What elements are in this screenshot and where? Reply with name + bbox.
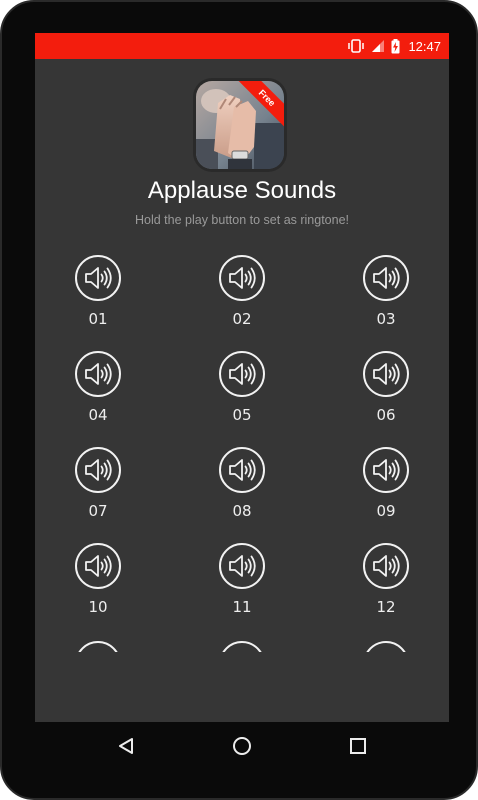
app-icon: Free <box>196 81 284 169</box>
play-sound-button[interactable] <box>219 447 265 493</box>
app-title: Applause Sounds <box>147 177 337 204</box>
status-time: 12:47 <box>408 38 441 54</box>
sound-item: 06 <box>346 351 426 424</box>
play-sound-button[interactable] <box>75 351 121 397</box>
sound-item: 05 <box>202 351 282 424</box>
signal-icon <box>372 40 385 52</box>
sound-label: 12 <box>376 598 396 616</box>
battery-charging-icon <box>391 38 400 53</box>
device-frame: 12:47 Free Applause Sounds Hold the play… <box>0 0 478 800</box>
sound-label: 08 <box>232 502 252 520</box>
sound-label: 04 <box>88 406 108 424</box>
sound-label: 11 <box>232 598 252 616</box>
play-sound-button[interactable] <box>219 543 265 589</box>
speaker-icon <box>227 457 257 483</box>
speaker-icon <box>371 361 401 387</box>
play-sound-button[interactable] <box>363 351 409 397</box>
sound-item: 07 <box>58 447 138 520</box>
sound-label: 03 <box>376 310 396 328</box>
vibrate-icon <box>348 39 365 53</box>
sound-label: 01 <box>88 310 108 328</box>
speaker-icon <box>83 553 113 579</box>
sound-item: 10 <box>58 543 138 616</box>
play-sound-button[interactable] <box>363 255 409 301</box>
play-sound-button[interactable] <box>75 543 121 589</box>
sound-item: 02 <box>202 255 282 328</box>
sound-label: 05 <box>232 406 252 424</box>
speaker-icon <box>227 265 257 291</box>
sound-item: 04 <box>58 351 138 424</box>
sound-item: 08 <box>202 447 282 520</box>
app-subtitle: Hold the play button to set as ringtone! <box>134 213 350 227</box>
speaker-icon <box>83 265 113 291</box>
sound-item: 01 <box>58 255 138 328</box>
sound-label: 07 <box>88 502 108 520</box>
sound-label: 06 <box>376 406 396 424</box>
play-sound-button[interactable] <box>75 255 121 301</box>
sound-item: 03 <box>346 255 426 328</box>
sound-item: 09 <box>346 447 426 520</box>
home-icon[interactable] <box>230 734 254 758</box>
speaker-icon <box>371 553 401 579</box>
screen: 12:47 Free Applause Sounds Hold the play… <box>35 33 449 722</box>
play-sound-button[interactable] <box>219 255 265 301</box>
play-sound-button[interactable] <box>363 543 409 589</box>
back-icon[interactable] <box>114 734 138 758</box>
speaker-icon <box>83 457 113 483</box>
sound-item: 11 <box>202 543 282 616</box>
status-icons: 12:47 <box>347 33 441 59</box>
speaker-icon <box>83 361 113 387</box>
speaker-icon <box>371 265 401 291</box>
play-sound-button[interactable] <box>75 447 121 493</box>
play-sound-button[interactable] <box>219 351 265 397</box>
speaker-icon <box>371 457 401 483</box>
list-fade <box>35 652 449 722</box>
speaker-icon <box>227 361 257 387</box>
sound-label: 02 <box>232 310 252 328</box>
speaker-icon <box>227 553 257 579</box>
status-bar: 12:47 <box>35 33 449 59</box>
sound-label: 10 <box>88 598 108 616</box>
sound-label: 09 <box>376 502 396 520</box>
recents-icon[interactable] <box>346 734 370 758</box>
play-sound-button[interactable] <box>363 447 409 493</box>
sound-item: 12 <box>346 543 426 616</box>
navigation-bar <box>35 722 449 772</box>
